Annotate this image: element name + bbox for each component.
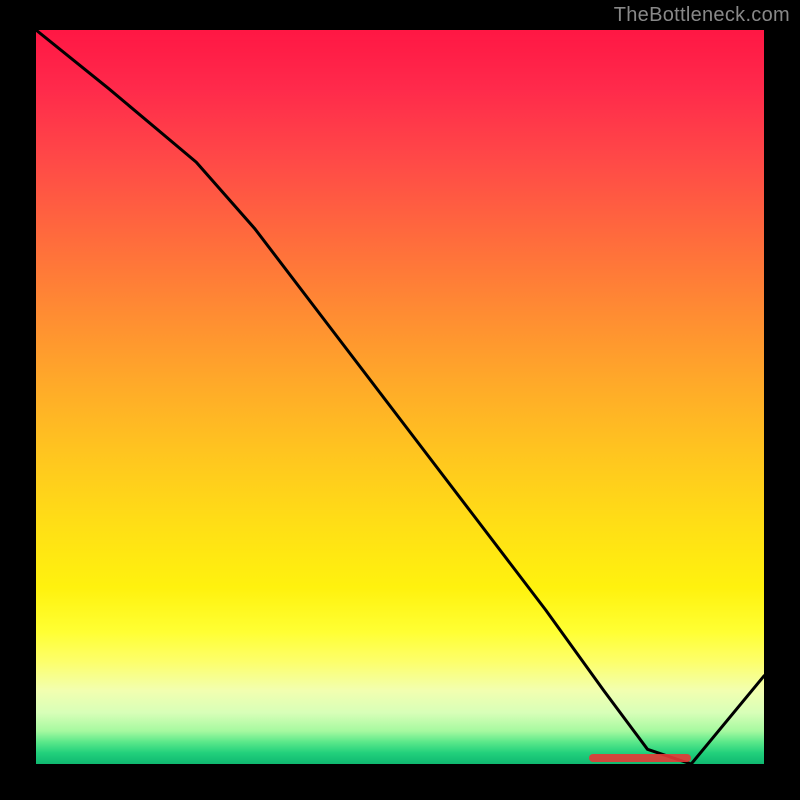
curve-svg xyxy=(36,30,764,764)
plot-area xyxy=(36,30,764,764)
bottleneck-curve-path xyxy=(36,30,764,764)
chart-container: TheBottleneck.com xyxy=(0,0,800,800)
attribution-label: TheBottleneck.com xyxy=(614,4,790,27)
optimal-range-marker xyxy=(589,754,691,762)
